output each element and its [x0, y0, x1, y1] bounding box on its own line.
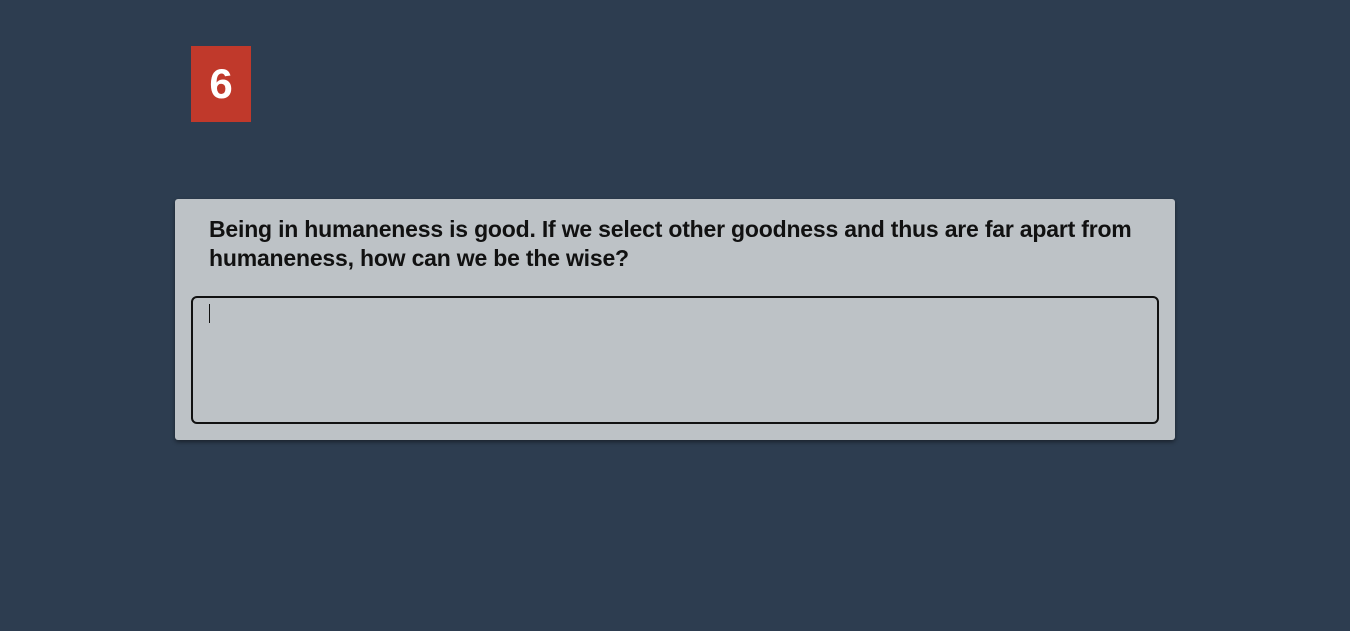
question-card: Being in humaneness is good. If we selec…	[175, 199, 1175, 440]
answer-input[interactable]	[191, 296, 1159, 424]
quiz-page: 6 Being in humaneness is good. If we sel…	[0, 0, 1350, 631]
question-number-badge: 6	[191, 46, 251, 122]
question-text: Being in humaneness is good. If we selec…	[209, 216, 1132, 271]
